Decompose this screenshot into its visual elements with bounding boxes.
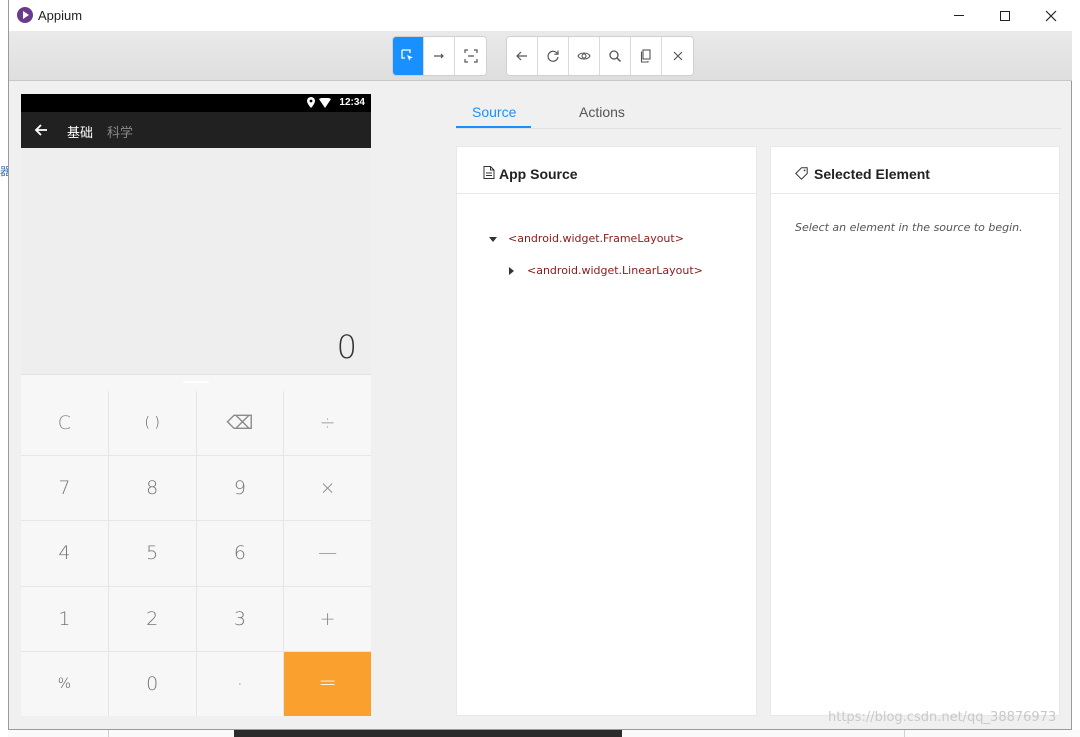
copy-icon (640, 49, 651, 63)
maximize-button[interactable] (982, 0, 1028, 31)
calc-key[interactable]: 9 (196, 456, 284, 521)
calc-key[interactable]: 7 (21, 456, 108, 521)
calculator-keypad: C( ) ⌫ ÷ 7 8 9 × 4 5 6— 1 2 3 +% 0 · = (21, 391, 371, 716)
selected-element-title: Selected Element (814, 166, 930, 182)
back-button[interactable] (507, 37, 538, 75)
calc-key[interactable]: 2 (108, 586, 196, 651)
inspector-toolbar (9, 31, 1072, 81)
location-icon (307, 97, 315, 108)
calc-key[interactable]: % (21, 651, 108, 716)
calc-key[interactable]: 6 (196, 521, 284, 586)
calc-key[interactable]: + (284, 586, 371, 651)
app-source-header: App Source (457, 147, 756, 194)
file-icon (483, 166, 495, 179)
tap-by-coordinates-button[interactable] (455, 37, 486, 75)
background-dark-panel (234, 730, 622, 737)
copy-xml-button[interactable] (631, 37, 662, 75)
title-bar: Appium (9, 0, 1072, 31)
start-recording-button[interactable] (569, 37, 600, 75)
back-arrow-icon[interactable] (33, 122, 49, 138)
eye-icon (577, 52, 591, 60)
selected-element-panel: Selected Element Select an element in th… (770, 146, 1060, 716)
inspector-tabs: Source Actions (456, 95, 1061, 129)
quit-session-button[interactable] (662, 37, 693, 75)
calc-key[interactable]: 4 (21, 521, 108, 586)
select-element-icon (401, 49, 413, 61)
background-window-edge: 器 (0, 0, 11, 737)
calc-key[interactable]: · (196, 651, 284, 716)
calc-key[interactable]: 3 (196, 586, 284, 651)
close-window-button[interactable] (1028, 0, 1074, 31)
refresh-icon (547, 50, 559, 62)
status-time: 12:34 (339, 97, 365, 108)
calc-key[interactable]: 5 (108, 521, 196, 586)
tab-basic[interactable]: 基础 (67, 122, 93, 141)
calculator-display: 0 (21, 148, 371, 374)
minimize-icon (954, 15, 964, 16)
keypad-drag-area[interactable] (21, 374, 371, 391)
calc-key[interactable]: ÷ (284, 391, 371, 456)
selected-element-header: Selected Element (771, 147, 1059, 194)
device-screenshot[interactable]: 12:34 基础 科学 0 C( ) ⌫ ÷ 7 8 9 × 4 5 6—1 2 3 +% 0 · = (21, 94, 371, 716)
calc-key[interactable]: 8 (108, 456, 196, 521)
active-tab-indicator (456, 126, 531, 128)
tree-node-label[interactable]: <android.widget.LinearLayout> (527, 264, 703, 277)
caret-down-icon[interactable] (489, 236, 497, 242)
swipe-icon (434, 53, 444, 59)
tag-icon (795, 167, 808, 180)
calc-key[interactable]: ( ) (108, 391, 196, 456)
app-source-title: App Source (499, 166, 578, 182)
calc-key[interactable]: × (284, 456, 371, 521)
navigation-group (506, 36, 694, 76)
calc-key[interactable]: ⌫ (196, 391, 284, 456)
calc-key[interactable]: 0 (108, 651, 196, 716)
interaction-mode-group (392, 36, 487, 76)
maximize-icon (1000, 10, 1010, 21)
tap-coordinates-icon (463, 49, 478, 63)
selected-element-hint: Select an element in the source to begin… (795, 221, 1023, 234)
minimize-button[interactable] (936, 0, 982, 31)
appium-logo-icon (17, 7, 33, 23)
watermark: https://blog.csdn.net/qq_38876973 (828, 710, 1057, 725)
display-value: 0 (336, 328, 357, 366)
close-icon (1045, 10, 1057, 21)
calc-key[interactable]: = (284, 651, 371, 716)
android-status-bar: 12:34 (21, 94, 371, 112)
taskbar-edge (8, 730, 1080, 737)
calculator-action-bar: 基础 科学 (21, 112, 371, 148)
window-title: Appium (38, 8, 83, 23)
tree-node-framelayout[interactable]: <android.widget.FrameLayout> (489, 232, 684, 245)
search-elements-button[interactable] (600, 37, 631, 75)
swipe-by-coordinates-button[interactable] (424, 37, 455, 75)
calc-key[interactable]: C (21, 391, 108, 456)
close-icon (673, 51, 682, 61)
tab-actions[interactable]: Actions (579, 104, 625, 120)
tree-node-linearlayout[interactable]: <android.widget.LinearLayout> (509, 264, 703, 277)
calc-key[interactable]: — (284, 521, 371, 586)
back-icon (516, 51, 527, 61)
caret-right-icon[interactable] (509, 267, 514, 275)
wifi-icon (319, 98, 331, 108)
drag-handle[interactable] (183, 381, 209, 383)
tab-scientific[interactable]: 科学 (107, 122, 133, 141)
select-elements-button[interactable] (393, 37, 424, 75)
appium-window: Appium 12:34 基础 科学 0 C () ⌫ ÷ 7 8 9 × 4… (8, 0, 1072, 730)
tree-node-label[interactable]: <android.widget.FrameLayout> (508, 232, 684, 245)
calc-key[interactable]: 1 (21, 586, 108, 651)
app-source-panel: App Source <android.widget.FrameLayout> … (456, 146, 757, 716)
refresh-source-button[interactable] (538, 37, 569, 75)
search-icon (609, 50, 622, 63)
tab-source[interactable]: Source (472, 104, 516, 120)
